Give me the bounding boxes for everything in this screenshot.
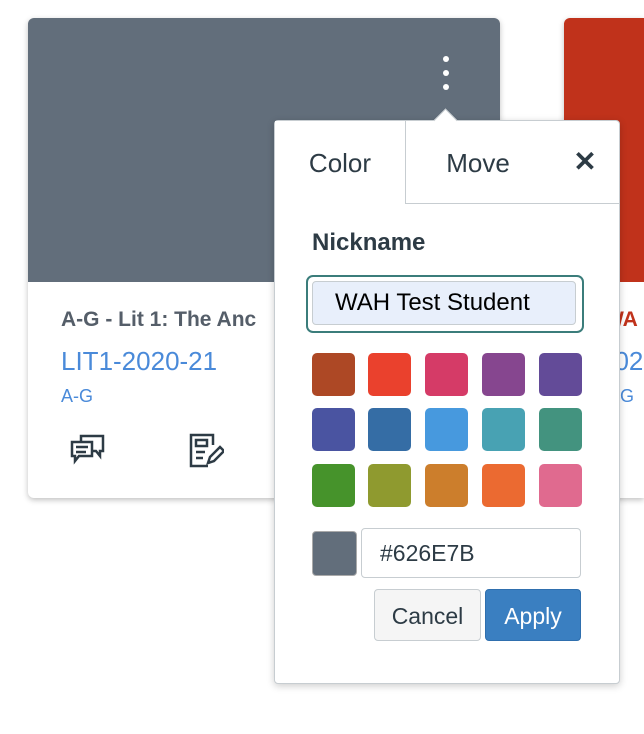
color-swatch[interactable]: [482, 464, 525, 507]
course-term: G: [620, 386, 635, 406]
discussions-icon[interactable]: [70, 433, 106, 469]
color-swatch[interactable]: [539, 353, 582, 396]
color-swatch[interactable]: [425, 464, 468, 507]
more-options-icon[interactable]: [440, 56, 452, 98]
card-options-popover: Color Move ✕ Nickname Cancel Apply: [274, 108, 620, 684]
course-code[interactable]: LIT1-2020-21: [61, 346, 217, 377]
apply-button[interactable]: Apply: [485, 589, 581, 641]
color-swatch[interactable]: [539, 408, 582, 451]
current-color-preview: [312, 531, 357, 576]
hex-color-input[interactable]: [361, 528, 581, 578]
assignments-icon[interactable]: [188, 433, 224, 469]
color-swatch[interactable]: [482, 353, 525, 396]
color-swatch[interactable]: [425, 408, 468, 451]
color-swatch[interactable]: [312, 408, 355, 451]
course-title[interactable]: A-G - Lit 1: The Anc: [61, 308, 256, 332]
color-swatch[interactable]: [425, 353, 468, 396]
color-swatch[interactable]: [368, 464, 411, 507]
nickname-focus-ring: [306, 275, 584, 333]
color-swatch[interactable]: [539, 464, 582, 507]
nickname-input[interactable]: [312, 281, 576, 325]
color-swatch[interactable]: [368, 408, 411, 451]
color-swatch[interactable]: [312, 464, 355, 507]
color-swatch[interactable]: [312, 353, 355, 396]
close-icon[interactable]: ✕: [551, 121, 619, 204]
course-term: A-G: [61, 386, 94, 406]
color-swatch[interactable]: [368, 353, 411, 396]
color-swatch[interactable]: [482, 408, 525, 451]
tab-color[interactable]: Color: [275, 121, 406, 203]
nickname-label: Nickname: [312, 229, 426, 256]
tab-move[interactable]: Move: [405, 121, 551, 204]
cancel-button[interactable]: Cancel: [374, 589, 481, 641]
